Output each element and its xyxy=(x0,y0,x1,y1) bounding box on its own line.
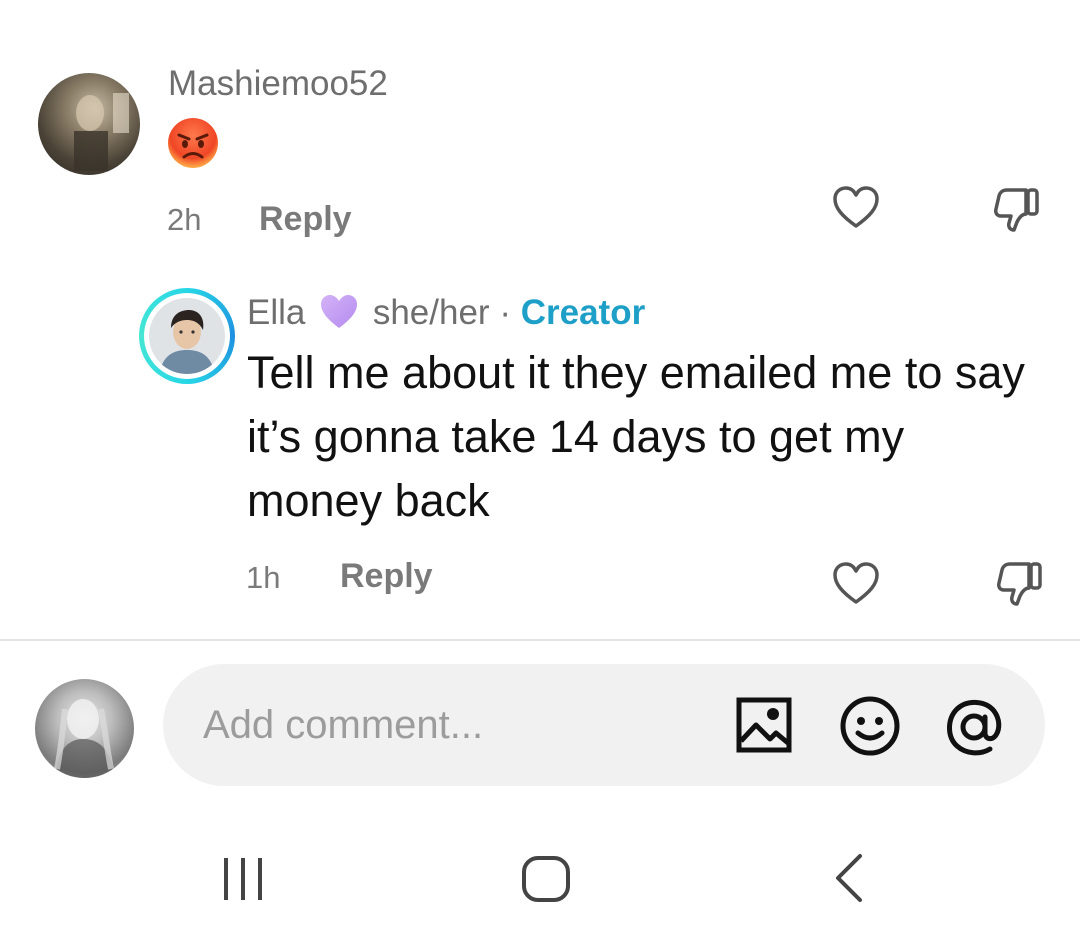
heart-outline-icon[interactable] xyxy=(833,0,879,8)
recent-apps-icon[interactable] xyxy=(218,856,268,902)
reply-username[interactable]: Ella xyxy=(247,293,305,332)
reply-button[interactable]: Reply xyxy=(340,557,433,596)
avatar-photo xyxy=(54,699,115,778)
comment-time: 2h xyxy=(167,202,202,237)
pronouns: she/her xyxy=(372,293,490,332)
creator-badge: Creator xyxy=(520,293,646,332)
heart-outline-icon[interactable] xyxy=(832,562,880,606)
reply-time: 1h xyxy=(246,560,281,595)
thumbs-down-icon[interactable] xyxy=(992,186,1042,234)
comment-bar xyxy=(163,664,1045,786)
reply-text: Tell me about it they emailed me to say … xyxy=(247,347,1025,526)
divider xyxy=(0,639,1080,641)
angry-emoji xyxy=(167,117,219,169)
avatar-photo xyxy=(149,298,225,374)
creator-avatar[interactable] xyxy=(139,288,235,384)
thumbs-down-icon[interactable] xyxy=(1000,0,1030,6)
reply-button[interactable]: Reply xyxy=(259,200,352,239)
reply-header: Ella she/her · Creator xyxy=(247,293,645,339)
current-user-avatar xyxy=(35,679,134,778)
separator: · xyxy=(499,293,511,332)
avatar[interactable] xyxy=(38,73,140,175)
smiley-icon[interactable] xyxy=(839,695,901,757)
back-icon[interactable] xyxy=(832,852,866,904)
comment-username[interactable]: Mashiemoo52 xyxy=(168,64,388,104)
at-icon[interactable] xyxy=(942,695,1006,759)
thumbs-down-icon[interactable] xyxy=(995,560,1045,608)
comment-input[interactable] xyxy=(203,664,703,786)
purple-heart-emoji xyxy=(319,294,359,339)
home-icon[interactable] xyxy=(521,855,571,903)
avatar-photo xyxy=(74,93,129,171)
heart-outline-icon[interactable] xyxy=(832,186,880,230)
image-icon[interactable] xyxy=(736,697,792,753)
